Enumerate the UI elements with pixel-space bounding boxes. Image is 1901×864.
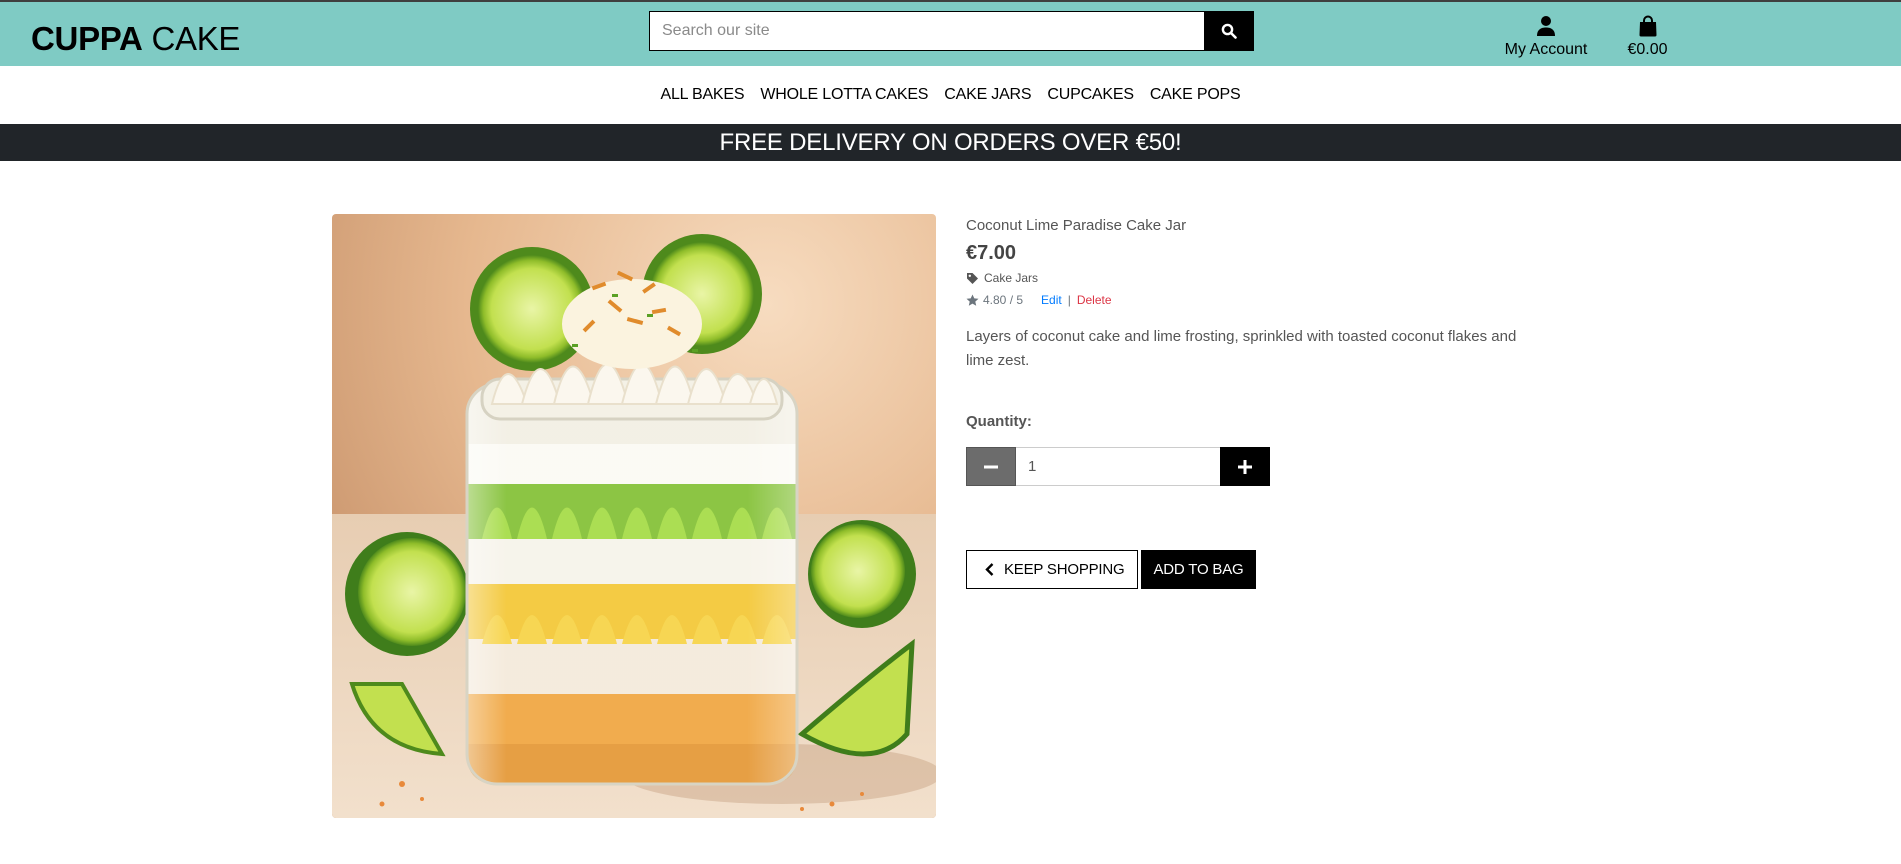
quantity-label: Quantity: [966, 413, 1032, 430]
product-details: Coconut Lime Paradise Cake Jar €7.00 Cak… [966, 214, 1566, 589]
keep-shopping-button[interactable]: KEEP SHOPPING [966, 550, 1138, 589]
product-actions: KEEP SHOPPING ADD TO BAG [966, 550, 1566, 589]
nav-item-cake-jars[interactable]: CAKE JARS [936, 66, 1039, 124]
minus-icon [984, 465, 998, 468]
increment-button[interactable] [1220, 447, 1270, 486]
product-rating: 4.80 / 5 Edit | Delete [966, 292, 1566, 308]
delivery-banner: FREE DELIVERY ON ORDERS OVER €50! [0, 124, 1901, 161]
site-logo[interactable]: CUPPA CAKE [31, 19, 240, 59]
quantity-stepper [966, 447, 1566, 486]
decrement-button[interactable] [966, 447, 1016, 486]
rating-value: 4.80 / 5 [983, 293, 1024, 307]
search-button[interactable] [1204, 12, 1253, 50]
nav-item-whole-lotta-cakes[interactable]: WHOLE LOTTA CAKES [752, 66, 936, 124]
add-to-bag-button[interactable]: ADD TO BAG [1140, 550, 1257, 589]
product-name: Coconut Lime Paradise Cake Jar [966, 217, 1187, 234]
product-category[interactable]: Cake Jars [966, 270, 1566, 286]
bag-total: €0.00 [1627, 41, 1668, 58]
search-form [649, 11, 1254, 51]
nav-item-cake-pops[interactable]: CAKE POPS [1142, 66, 1249, 124]
plus-icon [1238, 459, 1252, 474]
logo-bold-text: CUPPA [31, 20, 143, 57]
keep-shopping-label: KEEP SHOPPING [1004, 561, 1125, 578]
logo-light-text: CAKE [151, 20, 241, 57]
star-icon [966, 294, 979, 306]
product-description: Layers of coconut cake and lime frosting… [966, 328, 1517, 369]
my-account-label: My Account [1504, 41, 1588, 58]
search-input[interactable] [650, 12, 1204, 50]
product-image [332, 214, 936, 818]
product-category-label: Cake Jars [984, 271, 1039, 285]
tag-icon [967, 272, 978, 284]
search-icon [1221, 23, 1237, 39]
quantity-input[interactable] [1016, 447, 1220, 486]
main-nav: ALL BAKES WHOLE LOTTA CAKES CAKE JARS CU… [0, 66, 1901, 124]
delete-product-link[interactable]: Delete [1077, 292, 1112, 308]
link-separator: | [1067, 293, 1071, 307]
shopping-bag-link[interactable]: €0.00 [1620, 15, 1675, 59]
my-account-link[interactable]: My Account [1496, 15, 1596, 59]
nav-item-cupcakes[interactable]: CUPCAKES [1039, 66, 1141, 124]
product-price: €7.00 [966, 242, 1017, 264]
shopping-bag-icon [1620, 15, 1675, 39]
chevron-left-icon [985, 563, 994, 576]
edit-product-link[interactable]: Edit [1041, 292, 1062, 308]
nav-item-all-bakes[interactable]: ALL BAKES [652, 66, 752, 124]
user-icon [1496, 15, 1596, 39]
top-header: CUPPA CAKE My Account €0.00 [0, 0, 1901, 66]
